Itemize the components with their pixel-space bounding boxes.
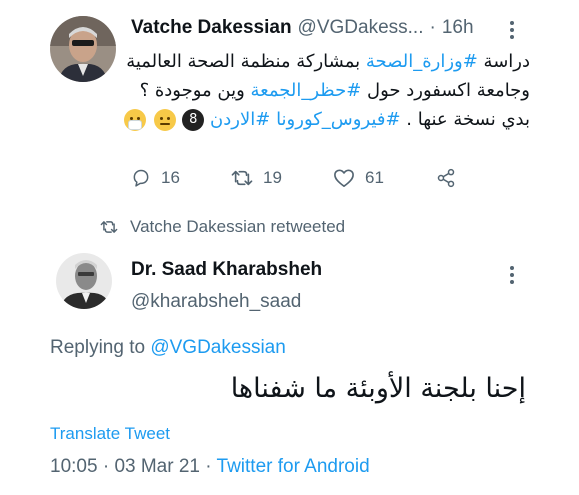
retweet-banner-label: Vatche Dakessian retweeted: [130, 217, 346, 236]
mask-face-icon: [123, 109, 146, 131]
retweet-icon: [100, 221, 118, 233]
hashtag[interactable]: #فيروس_كورونا: [276, 109, 400, 130]
translate-tweet-link[interactable]: Translate Tweet: [50, 424, 170, 444]
hashtag[interactable]: #الاردن: [210, 109, 270, 130]
tweet-meta: 10:05 · 03 Mar 21 · Twitter for Android: [50, 456, 370, 478]
replying-to: Replying to @VGDakessian: [50, 337, 286, 359]
tweet-date[interactable]: 03 Mar 21: [114, 456, 200, 477]
number-eight-icon: 8: [182, 109, 205, 131]
retweet-button[interactable]: 19: [231, 168, 282, 188]
like-count: 61: [365, 168, 384, 187]
reply-icon: [133, 169, 149, 187]
separator-dot: ·: [205, 456, 212, 477]
tweet-thread: Vatche Dakessian @VGDakess... · 16h دراس…: [0, 0, 579, 495]
tweet-source-link[interactable]: Twitter for Android: [217, 456, 370, 477]
body-text: دراسة: [483, 51, 530, 72]
mention-link[interactable]: @VGDakessian: [150, 337, 285, 358]
author-name[interactable]: Dr. Saad Kharabsheh: [131, 259, 322, 281]
hashtag[interactable]: #حظر_الجمعة: [251, 80, 362, 101]
tweet-text: دراسة #وزارة_الصحة بمشاركة منظمة الصحة ا…: [110, 47, 530, 134]
avatar[interactable]: [56, 253, 112, 309]
heart-icon: [334, 169, 354, 187]
tweet-text: إحنا بلجنة الأوبئة ما شفناها: [230, 373, 526, 404]
retweet-banner[interactable]: Vatche Dakessian retweeted: [100, 217, 345, 237]
share-icon: [437, 168, 455, 188]
reply-button[interactable]: 16: [131, 168, 180, 188]
separator-dot: ·: [102, 456, 110, 477]
tweet-header: Vatche Dakessian @VGDakess... · 16h: [131, 17, 531, 43]
more-vertical-icon[interactable]: [509, 20, 515, 40]
hashtag[interactable]: #وزارة_الصحة: [366, 51, 478, 72]
neutral-face-icon: [153, 109, 176, 131]
more-vertical-icon[interactable]: [509, 265, 515, 285]
tweet-time[interactable]: 10:05: [50, 456, 98, 477]
tweet-actions: 16 19 61: [131, 168, 531, 192]
author-name[interactable]: Vatche Dakessian: [131, 17, 292, 39]
replying-prefix: Replying to: [50, 337, 146, 358]
reply-count: 16: [161, 168, 180, 187]
author-handle[interactable]: @kharabsheh_saad: [131, 291, 301, 313]
like-button[interactable]: 61: [333, 168, 384, 188]
share-button[interactable]: [436, 168, 466, 188]
author-handle[interactable]: @VGDakess...: [298, 17, 424, 39]
tweet-time[interactable]: 16h: [442, 17, 474, 39]
retweet-icon: [231, 170, 253, 186]
retweet-count: 19: [263, 168, 282, 187]
avatar[interactable]: [50, 16, 116, 82]
separator-dot: ·: [429, 17, 436, 38]
